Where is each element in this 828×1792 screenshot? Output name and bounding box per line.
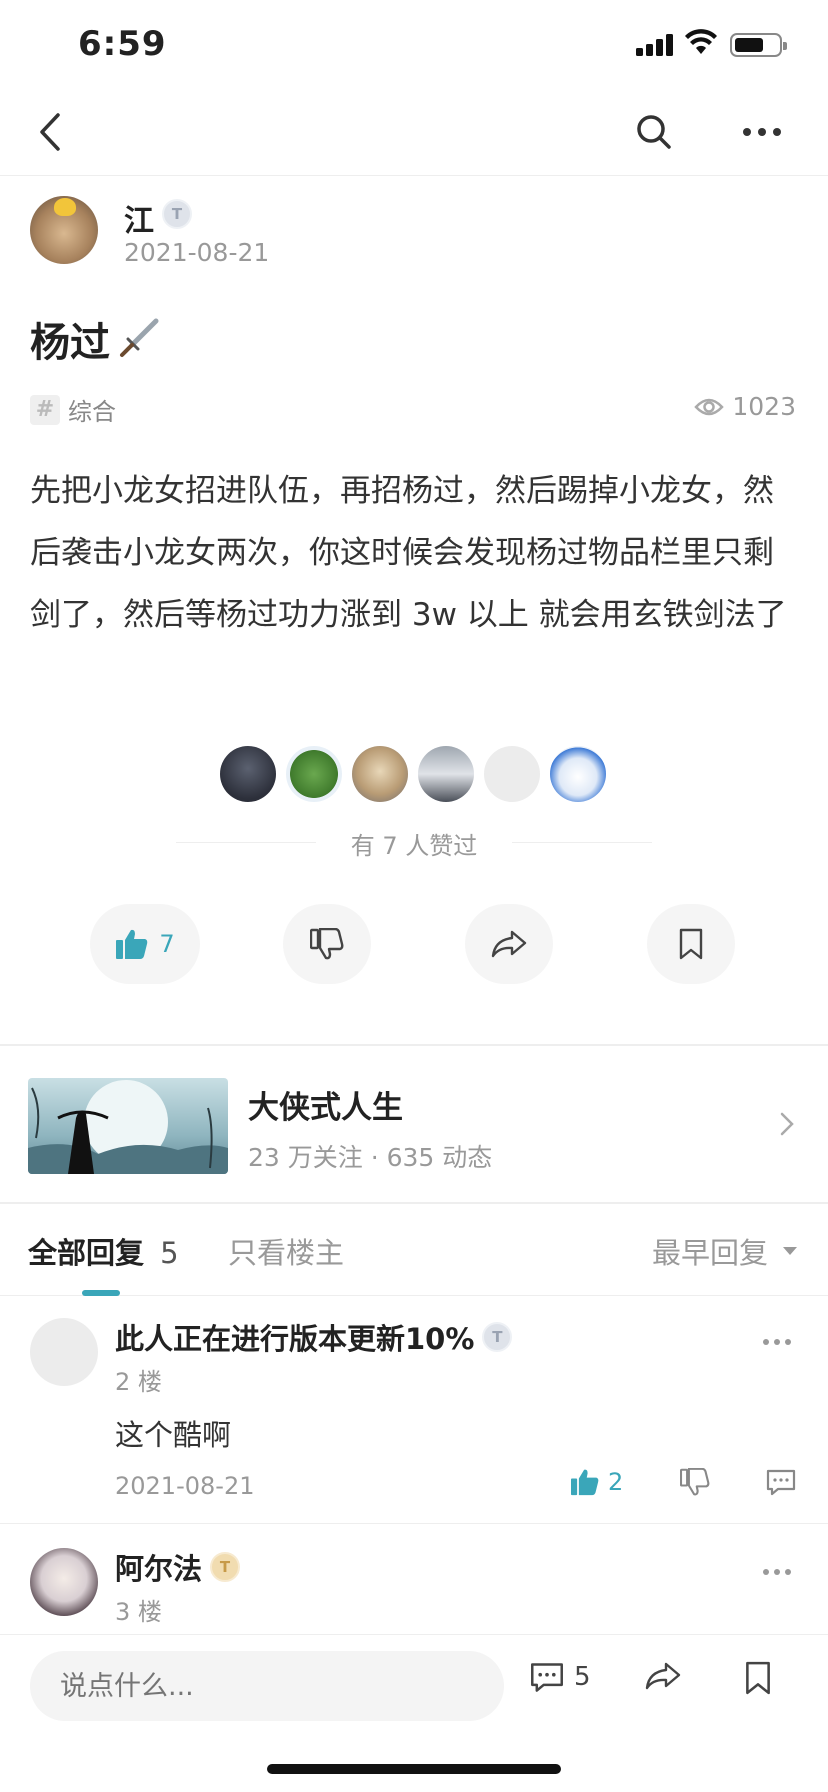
post-title: 杨过 bbox=[30, 310, 160, 368]
level-badge: T bbox=[210, 1552, 241, 1582]
topic-tag[interactable]: # 综合 bbox=[30, 392, 116, 427]
more-horizontal-icon[interactable] bbox=[762, 1568, 792, 1576]
comment-count: 5 bbox=[574, 1662, 591, 1692]
liker-avatars[interactable] bbox=[220, 746, 610, 804]
comment-item: 此人正在进行版本更新10% T 2 楼 这个酷啊 2021-08-21 2 bbox=[0, 1296, 828, 1524]
bottom-action-bar: 5 bbox=[0, 1634, 828, 1738]
dislike-button[interactable] bbox=[283, 904, 371, 984]
comment-icon bbox=[531, 1663, 563, 1692]
comment-reply-button[interactable] bbox=[766, 1468, 796, 1496]
level-badge: T bbox=[162, 199, 192, 229]
search-button[interactable] bbox=[628, 106, 680, 158]
bookmark-button[interactable] bbox=[647, 904, 735, 984]
thumbs-up-icon bbox=[571, 1469, 599, 1496]
liker-avatar[interactable] bbox=[352, 746, 408, 802]
share-icon bbox=[645, 1662, 681, 1690]
cellular-signal-icon bbox=[636, 34, 674, 56]
commenter-name[interactable]: 此人正在进行版本更新10% bbox=[115, 1316, 474, 1358]
tab-all-label: 全部回复 bbox=[28, 1236, 145, 1270]
comment-item: 阿尔法 T 3 楼 bbox=[0, 1526, 828, 1634]
game-thumbnail bbox=[28, 1078, 228, 1174]
commenter-avatar[interactable] bbox=[30, 1318, 98, 1386]
comment-date: 2021-08-21 bbox=[115, 1472, 255, 1500]
sword-icon bbox=[120, 318, 159, 357]
battery-icon bbox=[730, 33, 787, 57]
more-horizontal-icon bbox=[743, 128, 781, 136]
comment-dislike-button[interactable] bbox=[680, 1468, 710, 1496]
chevron-right-icon bbox=[780, 1112, 794, 1136]
liker-avatar[interactable] bbox=[418, 746, 474, 802]
like-button[interactable]: 7 bbox=[90, 904, 200, 984]
eye-icon bbox=[694, 398, 725, 415]
post-body: 先把小龙女招进队伍，再招杨过，然后踢掉小龙女，然后袭击小龙女两次，你这时候会发现… bbox=[30, 473, 787, 633]
hashtag-icon: # bbox=[30, 394, 60, 425]
commenter-name-row: 阿尔法 T bbox=[115, 1546, 241, 1588]
liker-avatar[interactable] bbox=[550, 746, 606, 802]
wifi-icon bbox=[685, 29, 717, 54]
comment-like-count: 2 bbox=[608, 1468, 624, 1496]
tab-owner-only[interactable]: 只看楼主 bbox=[228, 1230, 344, 1272]
thumbs-down-icon bbox=[310, 928, 344, 960]
search-icon bbox=[637, 115, 671, 149]
section-divider bbox=[0, 1202, 828, 1204]
thumbs-up-icon bbox=[116, 929, 148, 959]
chevron-left-icon bbox=[40, 113, 60, 151]
more-options-button[interactable] bbox=[736, 106, 788, 158]
status-time: 6:59 bbox=[78, 24, 167, 64]
section-divider bbox=[0, 1044, 828, 1046]
comment-text: 这个酷啊 bbox=[115, 1418, 232, 1452]
floor-number: 2 楼 bbox=[115, 1368, 162, 1396]
author-avatar[interactable] bbox=[30, 196, 98, 264]
sort-label: 最早回复 bbox=[651, 1236, 768, 1270]
liker-avatar[interactable] bbox=[286, 746, 342, 802]
sort-dropdown[interactable]: 最早回复 bbox=[652, 1230, 798, 1272]
comments-button[interactable]: 5 bbox=[530, 1661, 591, 1693]
bookmark-button[interactable] bbox=[744, 1661, 772, 1695]
view-count: 1023 bbox=[694, 392, 796, 421]
commenter-name-row: 此人正在进行版本更新10% T bbox=[115, 1316, 513, 1358]
post-date: 2021-08-21 bbox=[124, 238, 270, 267]
comment-icon bbox=[766, 1469, 796, 1496]
reply-input[interactable] bbox=[30, 1651, 504, 1721]
bookmark-icon bbox=[746, 1661, 770, 1695]
post-title-text: 杨过 bbox=[30, 320, 110, 366]
liker-avatar[interactable] bbox=[484, 746, 540, 802]
home-indicator bbox=[267, 1764, 561, 1774]
commenter-avatar[interactable] bbox=[30, 1548, 98, 1616]
level-badge: T bbox=[482, 1322, 513, 1352]
view-count-value: 1023 bbox=[732, 392, 796, 421]
comment-like-button[interactable]: 2 bbox=[570, 1468, 623, 1496]
game-name: 大侠式人生 bbox=[248, 1090, 403, 1126]
share-button[interactable] bbox=[465, 904, 553, 984]
back-button[interactable] bbox=[24, 106, 76, 158]
caret-down-icon bbox=[783, 1247, 797, 1255]
game-stats: 23 万关注 · 635 动态 bbox=[248, 1143, 493, 1172]
floor-number: 3 楼 bbox=[115, 1598, 162, 1626]
author-name[interactable]: 江 bbox=[124, 196, 154, 240]
like-count: 7 bbox=[159, 930, 175, 958]
topic-label: 综合 bbox=[68, 398, 116, 426]
top-navbar bbox=[0, 88, 828, 176]
status-bar: 6:59 bbox=[0, 0, 828, 88]
reply-tabs: 全部回复 5 只看楼主 最早回复 bbox=[0, 1206, 828, 1296]
share-button[interactable] bbox=[644, 1661, 682, 1691]
game-card[interactable]: 大侠式人生 23 万关注 · 635 动态 bbox=[0, 1060, 828, 1200]
bookmark-icon bbox=[679, 928, 703, 960]
tab-all-count: 5 bbox=[160, 1236, 179, 1270]
thumbs-down-icon bbox=[680, 1468, 710, 1496]
tab-all-replies[interactable]: 全部回复 5 bbox=[28, 1230, 179, 1272]
post-author: 江 T 2021-08-21 bbox=[30, 196, 800, 268]
more-horizontal-icon[interactable] bbox=[762, 1338, 792, 1346]
likes-summary: 有 7 人赞过 bbox=[350, 832, 478, 860]
liker-avatar[interactable] bbox=[220, 746, 276, 802]
divider-line bbox=[512, 842, 652, 843]
share-icon bbox=[491, 930, 527, 958]
commenter-name[interactable]: 阿尔法 bbox=[115, 1546, 202, 1588]
